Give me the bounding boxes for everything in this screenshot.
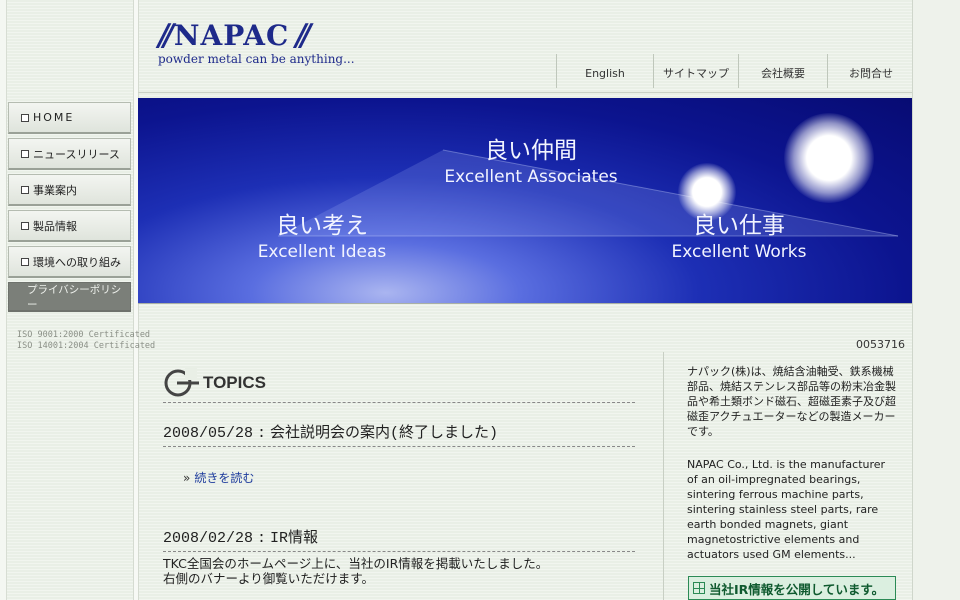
banner-glow-large [784,113,874,203]
right-frame [912,0,960,600]
company-info: ナパック(株)は、焼結含油軸受、鉄系機械部品、焼結ステンレス部品等の粉末冶金製品… [687,364,899,580]
header-divider [138,92,912,93]
news-separator: : [257,425,267,442]
banner-text-right: 良い仕事 Excellent Works [660,206,818,262]
info-divider [663,352,664,600]
banner-left-jp: 良い考え [276,213,368,239]
news-body-line: 右側のバナーより御覧いただけます。 [163,571,375,586]
sidebar-nav: HOME ニュースリリース 事業案内 製品情報 環境への取り組み プライバシーポ… [8,102,131,316]
news-item: 2008/02/28: IR情報 TKC全国会のホームページ上に、当社のIR情報を… [163,526,635,586]
sidebar-item-label: プライバシーポリシー [27,283,122,311]
left-frame [0,0,7,600]
ir-banner-label: 当社IR情報を公開しています。 [709,581,885,597]
topics-g-icon [164,368,199,397]
sidebar-item-business[interactable]: 事業案内 [8,174,131,206]
bullet-square-icon [21,221,29,230]
news-body-line: TKC全国会のホームページ上に、当社のIR情報を掲載いたしました。 [163,556,549,571]
news-heading: 2008/05/28: 会社説明会の案内(終了しました) [163,421,635,447]
news-heading: 2008/02/28: IR情報 [163,526,635,552]
read-more-label: 続きを読む [194,471,255,485]
iso-certification: ISO 9001:2000 Certificated ISO 14001:200… [17,330,155,352]
logo-slashes-left: // [158,18,174,53]
news-title[interactable]: IR情報 [270,530,318,547]
company-info-jp: ナパック(株)は、焼結含油軸受、鉄系機械部品、焼結ステンレス部品等の粉末冶金製品… [687,365,896,438]
sidebar-item-label: ニュースリリース [33,147,120,161]
banner-left-en: Excellent Ideas [257,242,387,262]
napac-logo[interactable]: // NAPAC // powder metal can be anything… [158,18,355,66]
bullet-square-icon [21,257,29,266]
banner-text-left: 良い考え Excellent Ideas [248,206,396,262]
banner-text-top: 良い仲間 Excellent Associates [436,131,626,187]
news-item: 2008/05/28: 会社説明会の案内(終了しました) » 続きを読む [163,421,635,486]
sidebar-item-environment[interactable]: 環境への取り組み [8,246,131,278]
banner-right-jp: 良い仕事 [693,213,785,239]
top-nav: English サイトマップ 会社概要 お問合せ [556,54,914,88]
double-arrow-icon: » [183,471,191,485]
bullet-square-icon [21,113,29,122]
news-date: 2008/02/28 [163,530,254,547]
access-counter: 0053716 [856,338,905,351]
bullet-square-icon [21,149,29,158]
top-nav-company[interactable]: 会社概要 [738,54,827,88]
banner-top-en: Excellent Associates [444,167,618,187]
news-date: 2008/05/28 [163,425,254,442]
sidebar-item-home[interactable]: HOME [8,102,131,134]
topics-section: TOPICS 2008/05/28: 会社説明会の案内(終了しました) » 続きを読… [163,368,635,586]
sidebar-item-label: HOME [33,111,75,124]
top-nav-sitemap[interactable]: サイトマップ [653,54,738,88]
sidebar-item-label: 製品情報 [33,219,77,233]
logo-mark: // NAPAC // [158,18,355,53]
company-info-en: NAPAC Co., Ltd. is the manufacturer of a… [687,458,886,561]
news-body: TKC全国会のホームページ上に、当社のIR情報を掲載いたしました。 右側のバナー… [163,556,635,586]
topics-title: TOPICS [203,373,266,392]
banner-right-en: Excellent Works [671,242,807,262]
logo-name: NAPAC [173,19,290,52]
sidebar-item-label: 環境への取り組み [33,255,121,269]
ir-info-banner[interactable]: 当社IR情報を公開しています。 [688,576,896,600]
logo-slashes-right: // [295,18,311,53]
topics-header: TOPICS [163,368,635,403]
sidebar-item-privacy[interactable]: プライバシーポリシー [8,282,131,312]
iso-14001-line: ISO 14001:2004 Certificated [17,341,156,351]
read-more-link[interactable]: » 続きを読む [183,469,635,486]
top-nav-contact[interactable]: お問合せ [827,54,914,88]
news-title[interactable]: 会社説明会の案内(終了しました) [270,425,498,442]
logo-tagline: powder metal can be anything... [158,52,355,66]
sidebar-item-products[interactable]: 製品情報 [8,210,131,242]
bullet-square-icon [21,185,29,194]
top-nav-english[interactable]: English [556,54,653,88]
grid-icon [693,582,705,594]
sidebar-item-news[interactable]: ニュースリリース [8,138,131,170]
banner-top-jp: 良い仲間 [485,138,577,164]
sidebar-item-label: 事業案内 [33,183,77,197]
news-separator: : [257,530,267,547]
iso-9001-line: ISO 9001:2000 Certificated [17,330,151,340]
